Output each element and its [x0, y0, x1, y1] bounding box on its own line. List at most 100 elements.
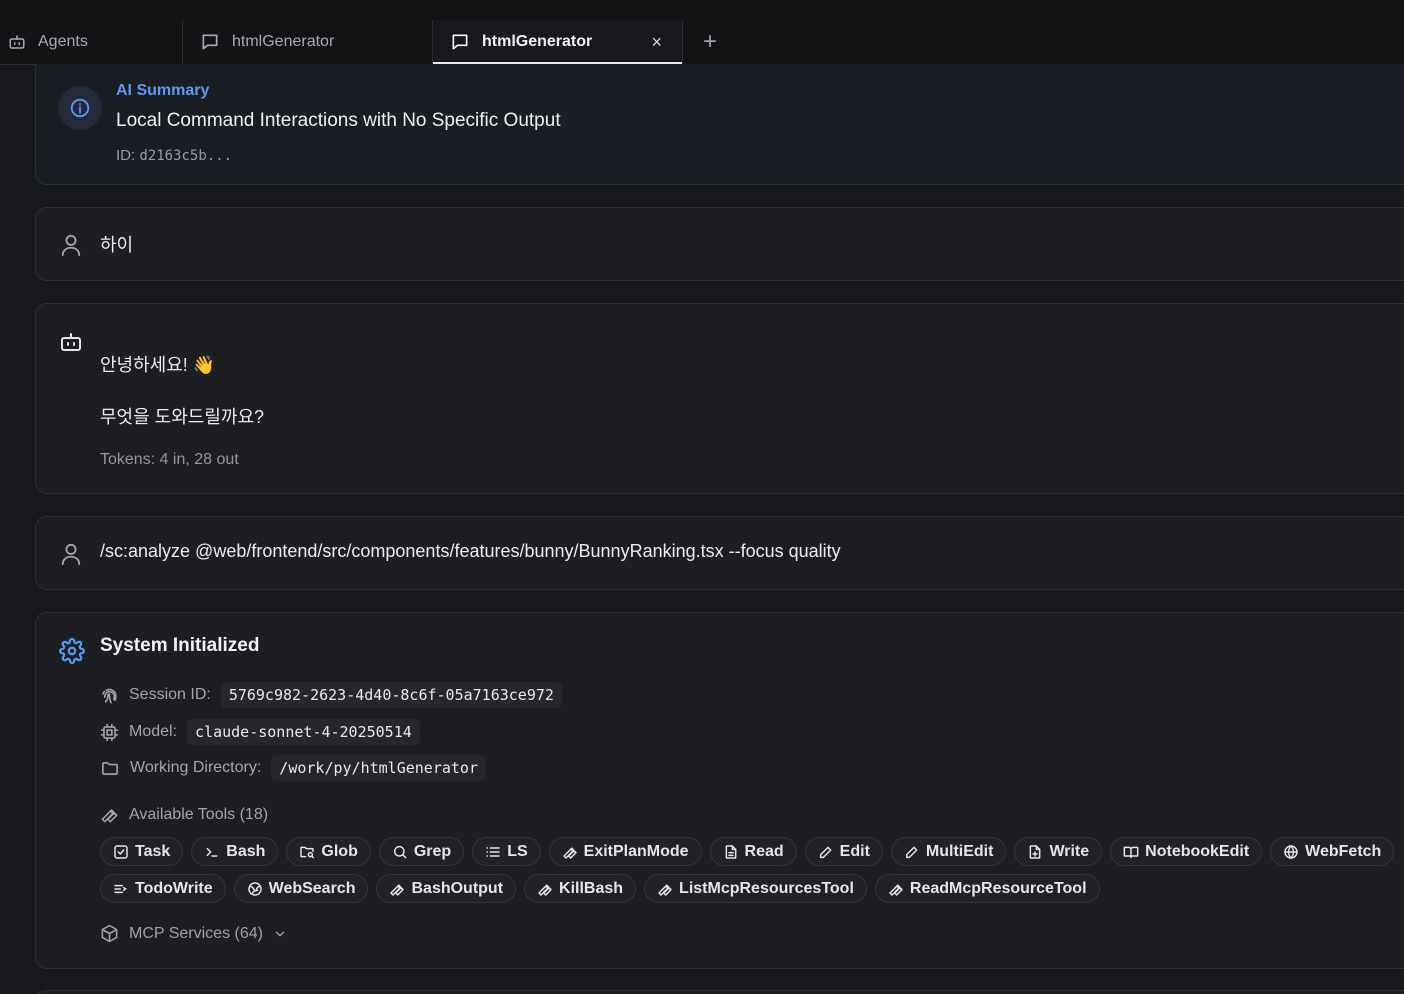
package-icon — [101, 924, 118, 943]
token-usage: Tokens: 4 in, 28 out — [100, 451, 239, 468]
tool-chip-notebookedit: NotebookEdit — [1110, 837, 1263, 866]
list-icon — [486, 846, 500, 857]
summary-title: Local Command Interactions with No Speci… — [116, 110, 561, 131]
add-tab-button[interactable]: + — [683, 20, 737, 64]
tool-label: KillBash — [559, 879, 624, 897]
available-tools-label: Available Tools (18) — [129, 805, 269, 823]
user-command-text: /sc:analyze @web/frontend/src/components… — [100, 541, 841, 561]
tab-bar: Agents htmlGenerator htmlGenerator × + — [0, 20, 1404, 65]
chevron-down-icon — [275, 931, 285, 936]
tool-label: Write — [1049, 842, 1090, 860]
terminal-icon — [206, 847, 218, 857]
tool-label: MultiEdit — [925, 842, 994, 860]
summary-label: AI Summary — [116, 82, 210, 99]
tab-label: Agents — [38, 33, 88, 50]
session-id-label: Session ID: — [129, 686, 211, 703]
tool-chip-todowrite: TodoWrite — [100, 874, 226, 903]
tool-chip-websearch: WebSearch — [233, 874, 369, 903]
tool-chip-edit: Edit — [804, 837, 883, 866]
tool-chip-multiedit: MultiEdit — [890, 837, 1007, 866]
tool-label: WebSearch — [268, 879, 356, 897]
tool-chip-bash: Bash — [191, 837, 279, 866]
ai-summary-card: AI Summary Local Command Interactions wi… — [35, 64, 1404, 185]
tool-chip-grep: Grep — [378, 837, 465, 866]
wrench-icon — [562, 846, 577, 859]
tool-chip-task: Task — [100, 837, 184, 866]
checkbox-icon — [114, 844, 128, 859]
tool-label: NotebookEdit — [1145, 842, 1250, 860]
bot-icon — [9, 35, 25, 49]
tool-label: ExitPlanMode — [583, 842, 689, 860]
file-text-icon — [725, 844, 736, 859]
tool-chip-killbash: KillBash — [524, 874, 637, 903]
assistant-message-card: 안녕하세요! 👋 무엇을 도와드릴까요? Tokens: 4 in, 28 ou… — [35, 303, 1404, 494]
tool-label: LS — [507, 842, 528, 860]
tool-chip-listmcpresourcestool: ListMcpResourcesTool — [644, 874, 867, 903]
folder-search-icon — [300, 846, 315, 858]
fingerprint-icon — [102, 688, 117, 703]
cpu-icon — [100, 723, 119, 741]
tab-label: htmlGenerator — [232, 33, 335, 50]
tab-label: htmlGenerator — [482, 33, 593, 50]
tool-label: WebFetch — [1305, 842, 1382, 860]
tool-label: TodoWrite — [135, 879, 213, 897]
user-message-text: 하이 — [100, 235, 134, 255]
gear-icon — [59, 638, 85, 664]
user-icon — [61, 543, 81, 565]
tool-chip-webfetch: WebFetch — [1270, 837, 1395, 866]
tool-label: Bash — [226, 842, 266, 860]
tool-chip-read: Read — [709, 837, 797, 866]
assistant-question: 무엇을 도와드릴까요? — [100, 407, 265, 427]
tool-chip-exitplanmode: ExitPlanMode — [548, 837, 702, 866]
summary-id-label: ID: — [116, 147, 136, 164]
globe-search-icon — [247, 881, 262, 896]
summary-id: ID: d2163c5b... — [116, 147, 232, 164]
file-plus-icon — [1030, 844, 1041, 859]
next-message-card — [35, 990, 1404, 994]
tool-chip-readmcpresourcetool: ReadMcpResourceTool — [874, 874, 1100, 903]
wrench-icon — [889, 883, 903, 896]
tab-agents[interactable]: Agents — [0, 20, 183, 64]
tab-htmlgenerator-active[interactable]: htmlGenerator × — [433, 20, 683, 65]
system-initialized-card: System Initialized Session ID: 5769c982-… — [35, 612, 1404, 969]
available-tools-header: Available Tools (18) — [100, 805, 268, 824]
tool-chip-write: Write — [1014, 837, 1103, 866]
bot-icon — [61, 333, 81, 351]
model-row: Model: claude-sonnet-4-20250514 — [100, 719, 420, 745]
wrench-icon — [390, 883, 405, 896]
tool-chip-ls: LS — [472, 837, 541, 866]
mcp-services-toggle[interactable]: MCP Services (64) — [100, 924, 287, 943]
model-value: claude-sonnet-4-20250514 — [187, 719, 420, 745]
user-message-card: /sc:analyze @web/frontend/src/components… — [35, 516, 1404, 590]
tool-label: Edit — [839, 842, 870, 860]
pencil-icon — [819, 846, 832, 858]
user-message-card: 하이 — [35, 207, 1404, 281]
chat-bubble-icon — [452, 34, 468, 50]
wrench-icon — [101, 809, 118, 823]
tools-row-1: Task Bash Glob Grep LS ExitPlanMode Read — [100, 837, 1395, 866]
search-icon — [393, 845, 407, 858]
info-icon — [58, 86, 102, 130]
list-todo-icon — [114, 884, 127, 893]
window-top-strip — [0, 0, 1404, 20]
tool-chip-bashoutput: BashOutput — [376, 874, 517, 903]
session-id-value: 5769c982-2623-4d40-8c6f-05a7163ce972 — [220, 682, 562, 708]
tab-htmlgenerator-1[interactable]: htmlGenerator — [183, 20, 433, 64]
tool-label: ReadMcpResourceTool — [909, 879, 1087, 897]
tool-label: Read — [744, 842, 784, 860]
working-directory-label: Working Directory: — [130, 759, 262, 776]
tool-chip-glob: Glob — [286, 837, 371, 866]
tool-label: BashOutput — [411, 879, 504, 897]
session-id-row: Session ID: 5769c982-2623-4d40-8c6f-05a7… — [100, 682, 562, 708]
assistant-greeting: 안녕하세요! 👋 — [100, 355, 216, 375]
tool-label: Task — [135, 842, 171, 860]
system-title: System Initialized — [100, 635, 260, 656]
wrench-icon — [538, 883, 552, 896]
mcp-services-label: MCP Services (64) — [129, 924, 263, 942]
user-icon — [61, 234, 81, 256]
close-tab-icon[interactable]: × — [651, 32, 662, 53]
tool-label: ListMcpResourcesTool — [679, 879, 854, 897]
folder-icon — [102, 761, 118, 775]
tools-row-2: TodoWrite WebSearch BashOutput KillBash … — [100, 874, 1100, 903]
globe-icon — [1284, 844, 1298, 859]
